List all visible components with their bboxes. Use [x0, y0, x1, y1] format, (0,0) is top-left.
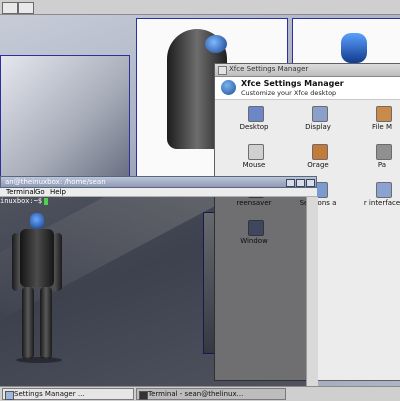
settings-item-orage[interactable]: Orage: [283, 144, 353, 180]
robot-figure-left-arm: [12, 233, 20, 291]
show-desktop-icon[interactable]: [18, 2, 34, 14]
settings-item-pa[interactable]: Pa: [347, 144, 400, 180]
display-icon: [312, 106, 328, 122]
settings-header-subtitle: Customize your Xfce desktop: [241, 89, 337, 97]
robot-figure-torso: [20, 229, 54, 287]
top-panel: [0, 0, 400, 15]
user-interface-icon: [376, 182, 392, 198]
terminal-window-title: an@theinuxbox: /home/sean: [5, 178, 106, 186]
robot-visor: [205, 35, 227, 53]
settings-item-label: Display: [305, 123, 331, 131]
settings-item-label: Desktop: [239, 123, 269, 131]
menu-go[interactable]: Go: [35, 188, 45, 196]
settings-item-mouse[interactable]: Mouse: [219, 144, 289, 180]
settings-task-icon: [5, 391, 14, 400]
taskbar-task-terminal[interactable]: Terminal - sean@thelinux...: [136, 388, 286, 400]
desktop-icon: [248, 106, 264, 122]
close-icon[interactable]: [306, 179, 315, 187]
robot-figure-head: [30, 213, 44, 229]
terminal-prompt: inuxbox:~$: [0, 197, 43, 205]
panel-icon: [376, 144, 392, 160]
menu-help[interactable]: Help: [50, 188, 66, 196]
orage-calendar-icon: [312, 144, 328, 160]
settings-header-title: Xfce Settings Manager: [241, 79, 344, 88]
settings-item-r-interface[interactable]: r interface: [347, 182, 400, 218]
settings-item-label: Mouse: [242, 161, 266, 169]
terminal-cursor: [44, 198, 48, 205]
settings-titlebar[interactable]: Xfce Settings Manager: [215, 64, 400, 77]
wallpaper-robot-arm-panel: [0, 55, 130, 177]
minimize-icon[interactable]: [286, 179, 295, 187]
xfce-menu-icon[interactable]: [2, 2, 18, 14]
terminal-window: an@theinuxbox: /home/sean Terminal Go He…: [0, 176, 318, 386]
terminal-scrollbar[interactable]: [306, 197, 318, 386]
taskbar-task-settings-manager[interactable]: Settings Manager ...: [2, 388, 134, 400]
taskbar: Settings Manager ... Terminal - sean@the…: [0, 386, 400, 401]
settings-header: Xfce Settings Manager Customize your Xfc…: [215, 77, 400, 100]
robot-figure-left-leg: [22, 287, 34, 359]
taskbar-task-label: Settings Manager ...: [14, 390, 85, 398]
settings-item-desktop[interactable]: Desktop: [219, 106, 289, 142]
mouse-icon: [248, 144, 264, 160]
file-manager-icon: [376, 106, 392, 122]
settings-item-label: File M: [372, 123, 392, 131]
menu-terminal[interactable]: Terminal: [6, 188, 36, 196]
settings-item-display[interactable]: Display: [283, 106, 353, 142]
taskbar-task-label: Terminal - sean@thelinux...: [148, 390, 244, 398]
xfce-logo-icon: [221, 80, 236, 95]
robot-figure-shadow: [16, 357, 62, 363]
terminal-titlebar[interactable]: an@theinuxbox: /home/sean: [0, 176, 317, 188]
settings-window-title: Xfce Settings Manager: [229, 65, 309, 73]
robot-helmet-shape: [341, 33, 367, 63]
settings-item-label: r interface: [363, 199, 400, 207]
settings-item-label: Orage: [307, 161, 329, 169]
close-icon[interactable]: [218, 66, 227, 75]
robot-figure-right-arm: [54, 233, 62, 291]
maximize-icon[interactable]: [296, 179, 305, 187]
terminal-screen[interactable]: inuxbox:~$: [0, 197, 306, 386]
settings-item-file-m[interactable]: File M: [347, 106, 400, 142]
settings-item-label: Pa: [377, 161, 387, 169]
terminal-task-icon: [139, 391, 148, 400]
robot-figure-right-leg: [40, 287, 52, 359]
terminal-menubar: Terminal Go Help: [0, 188, 317, 197]
